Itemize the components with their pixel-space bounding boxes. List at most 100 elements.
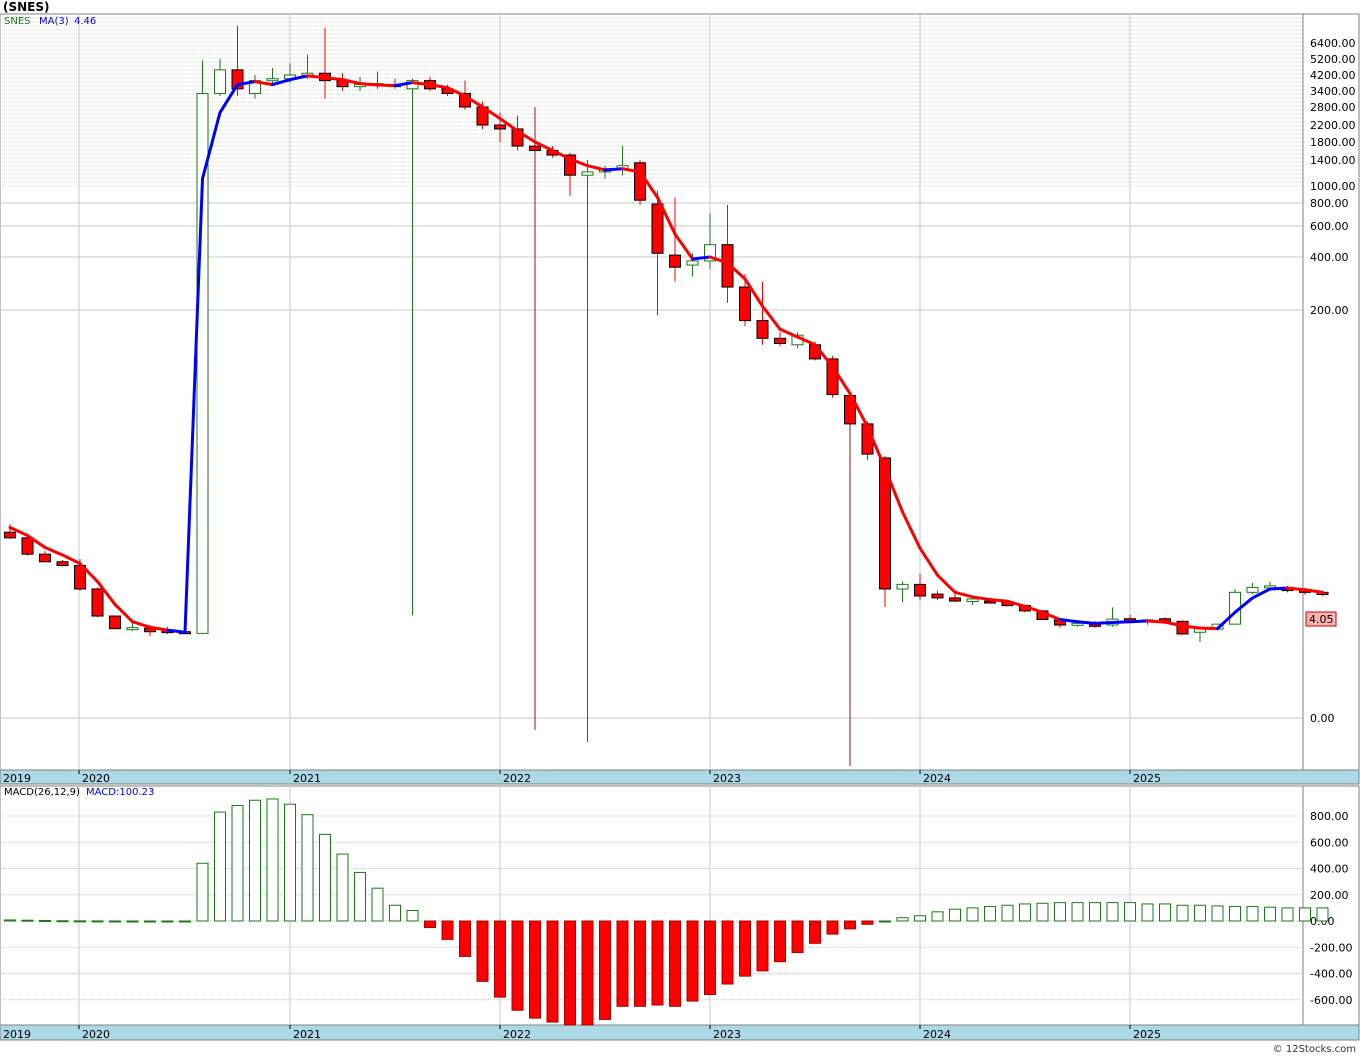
chart-canvas: 6400.00 5200.00 4200.00 3400.00 2800.00 2200.… [0, 13, 1360, 1041]
macd-bar [791, 920, 804, 953]
macd-bar [371, 887, 384, 922]
candle-body [1071, 622, 1084, 626]
candle-body [931, 593, 944, 599]
candle-body [109, 615, 121, 630]
ma-segment [1128, 619, 1149, 624]
macd-bar [564, 920, 576, 1026]
macd-bar [441, 920, 454, 940]
candle [1229, 588, 1241, 625]
macd-bar [179, 920, 191, 923]
macd-bar [721, 920, 734, 985]
macd-legend-name: MACD(26,12,9) [4, 787, 80, 798]
candle-body [914, 583, 926, 597]
ma-segment [166, 628, 187, 634]
macd-bar [39, 919, 51, 922]
year-label: 2020 [82, 772, 110, 785]
legend-ma-value: 4.46 [74, 16, 96, 27]
macd-tick-label: 400.00 [1310, 863, 1349, 876]
candle [634, 160, 646, 206]
macd-bar [56, 920, 69, 923]
year-label: 2022 [503, 772, 531, 785]
macd-bar [844, 920, 856, 930]
year-label: 2019 [3, 772, 31, 785]
macd-bar [424, 920, 436, 929]
candle-body [669, 254, 681, 268]
date-axis-top: 2019 2020 2021 2022 2023 2024 2025 [0, 769, 1360, 785]
candle-body [39, 553, 51, 563]
candle-body [126, 627, 139, 631]
ma-segment [376, 83, 397, 88]
macd-bar [1036, 902, 1049, 922]
year-label: 2021 [293, 772, 321, 785]
candle-body [1246, 586, 1259, 593]
macd-bar [1071, 902, 1084, 922]
year-label: 2022 [503, 1028, 531, 1041]
macd-bar [581, 920, 594, 1026]
macd-bar [91, 920, 104, 923]
macd-bar [1316, 907, 1329, 922]
macd-bar [984, 906, 996, 922]
price-tick-label: 4200.00 [1310, 69, 1356, 82]
macd-bar [1159, 903, 1171, 922]
macd-bar [861, 920, 874, 925]
year-label: 2025 [1133, 1028, 1161, 1041]
price-tick-label: 1800.00 [1310, 136, 1356, 149]
candle-body [774, 337, 786, 344]
macd-bar [1089, 902, 1101, 922]
macd-bar [266, 798, 279, 922]
year-label: 2024 [923, 1028, 951, 1041]
candle [109, 615, 121, 630]
ma-segment [1093, 621, 1114, 625]
macd-bar [459, 920, 471, 957]
macd-bar [336, 853, 349, 922]
macd-legend-value: MACD:100.23 [86, 787, 154, 798]
macd-bar [826, 920, 839, 935]
macd-bar [249, 799, 261, 922]
macd-bar [1281, 907, 1294, 922]
macd-bar [406, 910, 419, 922]
macd-bar [284, 803, 296, 922]
candle-body [634, 162, 646, 201]
legend-ma: MA(3) [39, 16, 69, 27]
price-tick-label: 6400.00 [1310, 37, 1356, 50]
macd-bar [809, 920, 821, 944]
macd-bar [126, 920, 139, 923]
macd-bar [1054, 902, 1066, 922]
macd-bar [21, 919, 34, 922]
candle-body [214, 69, 226, 94]
macd-bar [739, 920, 751, 977]
macd-tick-label: -400.00 [1310, 968, 1352, 981]
candle-body [949, 597, 961, 602]
candle-body [56, 561, 69, 567]
macd-bar [1001, 904, 1014, 922]
macd-bar [1124, 902, 1136, 922]
candle-body [896, 583, 909, 590]
year-label: 2024 [923, 772, 951, 785]
macd-tick-label: -200.00 [1310, 941, 1352, 954]
ma-segment [1076, 620, 1097, 625]
candle-body [529, 145, 541, 151]
price-tick-label: 800.00 [1310, 197, 1349, 210]
date-axis-bottom: 2019 2020 2021 2022 2023 2024 2025 [0, 1024, 1360, 1041]
macd-bar [616, 920, 629, 1007]
macd-bar [494, 920, 506, 998]
candle-body [966, 598, 979, 602]
ma-segment [1111, 620, 1132, 625]
ma-segment [691, 255, 712, 261]
macd-bar [949, 908, 961, 922]
year-label: 2019 [3, 1028, 31, 1041]
price-tick-label: 600.00 [1310, 220, 1349, 233]
macd-bar [301, 814, 314, 922]
macd-bar [669, 920, 681, 1007]
macd-bar [1246, 906, 1259, 922]
ma-segment [411, 81, 432, 87]
candle [196, 60, 209, 634]
ma-segment [1268, 586, 1289, 591]
chart-title: (SNES) [3, 0, 50, 14]
macd-bar [214, 811, 226, 922]
ma-segment [603, 167, 624, 172]
macd-bar [966, 907, 979, 922]
macd-bar [896, 917, 909, 922]
ma-segment [306, 74, 327, 80]
candle-body [756, 320, 769, 339]
